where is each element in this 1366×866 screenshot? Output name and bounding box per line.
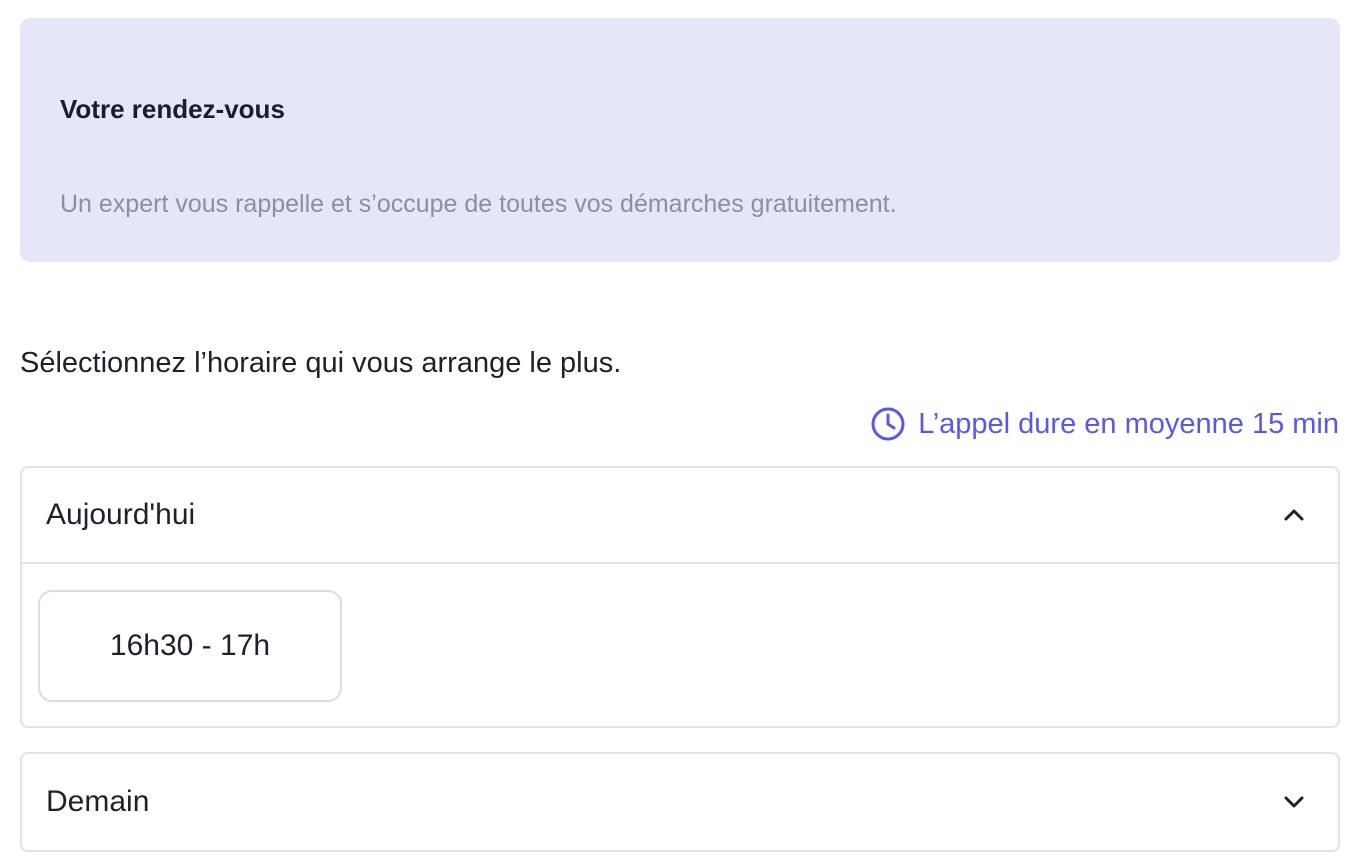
time-selection-prompt: Sélectionnez l’horaire qui vous arrange …	[20, 347, 622, 379]
day-label-tomorrow: Demain	[46, 785, 150, 818]
call-duration-note: L’appel dure en moyenne 15 min	[870, 405, 1339, 443]
clock-icon	[870, 406, 906, 442]
info-card-title: Votre rendez-vous	[60, 94, 285, 124]
day-accordion-tomorrow: Demain	[20, 752, 1340, 852]
day-accordion-header-tomorrow[interactable]: Demain	[22, 754, 1338, 850]
call-duration-text: L’appel dure en moyenne 15 min	[918, 408, 1339, 440]
appointment-page: Votre rendez-vous Un expert vous rappell…	[0, 0, 1366, 866]
time-slot-button[interactable]: 16h30 - 17h	[38, 590, 342, 702]
day-accordion-header-today[interactable]: Aujourd'hui	[22, 468, 1338, 564]
day-accordion-today: Aujourd'hui 16h30 - 17h	[20, 466, 1340, 728]
appointment-info-card: Votre rendez-vous Un expert vous rappell…	[20, 18, 1340, 262]
chevron-up-icon[interactable]	[1280, 501, 1308, 529]
info-card-subtitle: Un expert vous rappelle et s’occupe de t…	[60, 190, 897, 218]
chevron-down-icon[interactable]	[1280, 788, 1308, 816]
day-label-today: Aujourd'hui	[46, 498, 196, 531]
